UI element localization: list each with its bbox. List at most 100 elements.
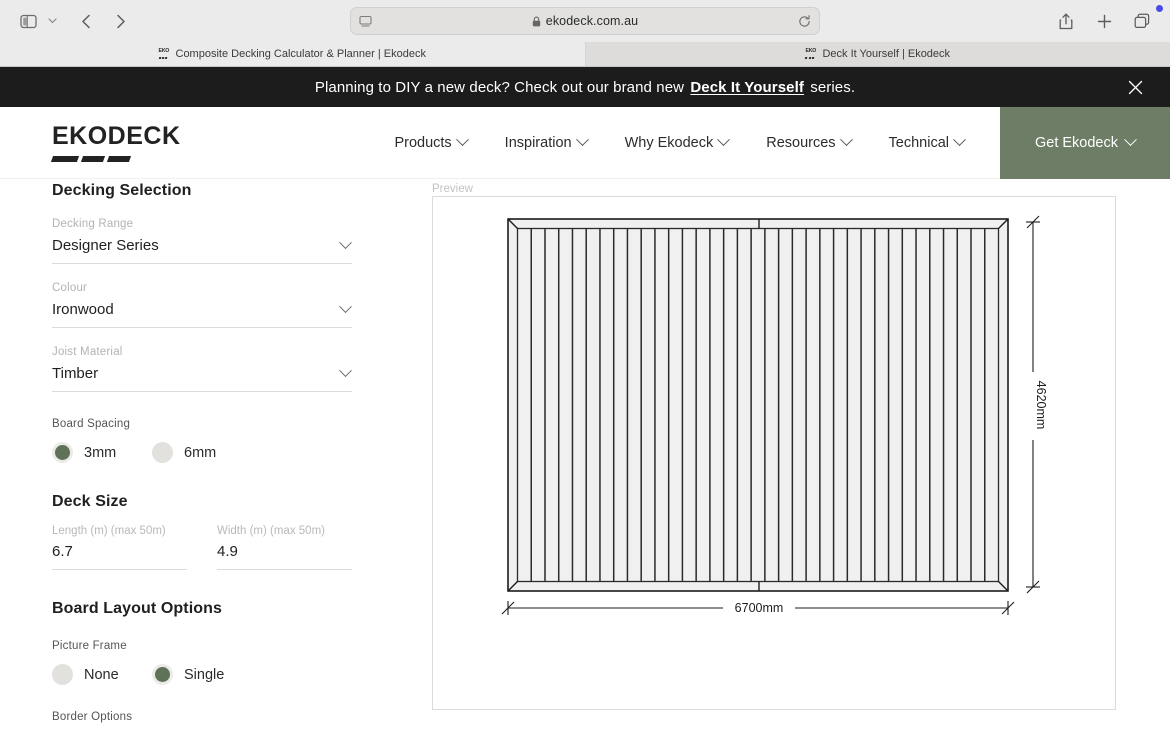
deck-length-label: Length (m) (max 50m) xyxy=(52,525,166,537)
main-navigation: Products Inspiration Why Ekodeck Resourc… xyxy=(394,133,1000,151)
address-bar-url-group: ekodeck.com.au xyxy=(351,14,819,28)
chevron-down-icon xyxy=(339,300,352,314)
decking-range-field: Decking Range Designer Series xyxy=(52,218,352,264)
nav-item-products-label: Products xyxy=(394,134,452,151)
reload-icon[interactable] xyxy=(798,14,811,28)
nav-item-why-ekodeck-label: Why Ekodeck xyxy=(624,134,714,151)
colour-select[interactable]: Ironwood xyxy=(52,297,352,328)
border-options-label: Border Options xyxy=(52,711,133,723)
colour-field: Colour Ironwood xyxy=(52,282,352,328)
picture-frame-option-none[interactable]: None xyxy=(52,664,152,685)
radio-unselected-icon xyxy=(152,442,173,463)
announcement-text-before: Planning to DIY a new deck? Check out ou… xyxy=(314,78,685,96)
joist-material-select[interactable]: Timber xyxy=(52,361,352,392)
sidebar-toggle-icon[interactable] xyxy=(14,8,42,34)
nav-item-resources-label: Resources xyxy=(766,134,836,151)
width-dimension: 6700mm xyxy=(501,601,1015,615)
nav-item-products[interactable]: Products xyxy=(394,133,469,151)
browser-tab-2-title: Deck It Yourself | Ekodeck xyxy=(822,48,951,60)
address-bar-container: ekodeck.com.au xyxy=(350,7,820,35)
radio-unselected-icon xyxy=(52,664,73,685)
site-header: EKODECK Products Inspiration Why Ekodeck… xyxy=(0,106,1170,179)
browser-toolbar: ekodeck.com.au xyxy=(0,0,1170,42)
nav-item-resources[interactable]: Resources xyxy=(766,133,853,151)
logo-bars-icon xyxy=(50,155,178,162)
board-spacing-group: Board Spacing 3mm 6mm xyxy=(52,418,352,463)
chevron-down-icon xyxy=(953,133,966,147)
joist-material-label: Joist Material xyxy=(52,346,123,358)
board-spacing-option-3mm[interactable]: 3mm xyxy=(52,442,152,463)
picture-frame-group: Picture Frame None Single xyxy=(52,640,352,685)
close-icon[interactable] xyxy=(1126,78,1144,96)
deck-length-input[interactable]: 6.7 xyxy=(52,540,187,570)
radio-selected-icon xyxy=(52,442,73,463)
border-options-group: Border Options None Single Double xyxy=(52,711,352,731)
plus-icon[interactable] xyxy=(1090,8,1118,34)
board-layout-group: Board Layout Options Picture Frame None … xyxy=(52,600,352,731)
joist-material-field: Joist Material Timber xyxy=(52,346,352,392)
browser-tab-1[interactable]: EKO Composite Decking Calculator & Plann… xyxy=(0,42,586,66)
decking-range-label: Decking Range xyxy=(52,218,134,230)
navigation-arrows xyxy=(72,8,134,34)
ekodeck-favicon: EKO xyxy=(158,48,170,59)
decking-range-select[interactable]: Designer Series xyxy=(52,233,352,264)
decking-range-value: Designer Series xyxy=(52,237,159,254)
notification-dot xyxy=(1156,5,1163,12)
deck-length-field: Length (m) (max 50m) 6.7 xyxy=(52,525,187,570)
deck-it-yourself-link[interactable]: Deck It Yourself xyxy=(690,79,804,96)
ekodeck-logo[interactable]: EKODECK xyxy=(50,123,180,162)
picture-frame-option-single[interactable]: Single xyxy=(152,664,224,685)
toolbar-left-controls xyxy=(14,8,134,34)
colour-label: Colour xyxy=(52,282,88,294)
picture-frame-label: Picture Frame xyxy=(52,640,127,652)
picture-frame-option-single-label: Single xyxy=(184,666,225,683)
back-arrow-icon[interactable] xyxy=(72,8,100,34)
radio-selected-icon xyxy=(152,664,173,685)
get-ekodeck-button[interactable]: Get Ekodeck xyxy=(1000,106,1170,179)
address-bar-text: ekodeck.com.au xyxy=(545,14,639,28)
preview-canvas: 6700mm 4620mm xyxy=(432,196,1116,710)
browser-tab-2[interactable]: EKO Deck It Yourself | Ekodeck xyxy=(585,42,1170,66)
deck-width-field: Width (m) (max 50m) 4.9 xyxy=(217,525,352,570)
config-panel: Decking Selection Decking Range Designer… xyxy=(0,179,404,731)
calculator-page: Decking Selection Decking Range Designer… xyxy=(0,179,1170,731)
preview-label: Preview xyxy=(432,183,473,195)
chevron-down-icon xyxy=(839,133,853,147)
picture-frame-radio-row: None Single xyxy=(52,664,352,685)
colour-value: Ironwood xyxy=(52,301,114,318)
share-icon[interactable] xyxy=(1052,8,1080,34)
get-ekodeck-label: Get Ekodeck xyxy=(1034,134,1118,151)
nav-item-why-ekodeck[interactable]: Why Ekodeck xyxy=(624,133,731,151)
tab-overview-icon[interactable] xyxy=(1128,8,1156,34)
nav-item-inspiration[interactable]: Inspiration xyxy=(505,133,589,151)
board-layout-heading: Board Layout Options xyxy=(52,600,222,617)
address-bar[interactable]: ekodeck.com.au xyxy=(350,7,820,35)
preview-panel: Preview 6700mm 4620mm xyxy=(404,179,1170,731)
chevron-down-icon xyxy=(575,133,589,147)
board-spacing-label: Board Spacing xyxy=(52,418,131,430)
chevron-down-icon xyxy=(717,133,731,147)
board-spacing-option-3mm-label: 3mm xyxy=(84,444,117,461)
toolbar-right-controls xyxy=(1052,8,1156,34)
picture-frame-option-none-label: None xyxy=(84,666,119,683)
nav-item-technical[interactable]: Technical xyxy=(888,133,966,151)
browser-chrome: ekodeck.com.au EKO Composite Decking Cal… xyxy=(0,0,1170,67)
deck-width-input[interactable]: 4.9 xyxy=(217,540,352,570)
chevron-down-icon xyxy=(339,364,352,378)
sidebar-chevron-down-icon[interactable] xyxy=(44,18,60,24)
deck-size-group: Deck Size Length (m) (max 50m) 6.7 Width… xyxy=(52,493,352,570)
chevron-down-icon xyxy=(339,236,352,250)
forward-arrow-icon[interactable] xyxy=(106,8,134,34)
nav-item-technical-label: Technical xyxy=(888,134,949,151)
announcement-message: Planning to DIY a new deck? Check out ou… xyxy=(315,79,855,96)
board-spacing-option-6mm[interactable]: 6mm xyxy=(152,442,216,463)
tab-strip: EKO Composite Decking Calculator & Plann… xyxy=(0,42,1170,66)
reader-view-icon[interactable] xyxy=(359,15,372,28)
joist-material-value: Timber xyxy=(52,365,99,382)
deck-size-inputs: Length (m) (max 50m) 6.7 Width (m) (max … xyxy=(52,525,352,570)
chevron-down-icon xyxy=(1124,133,1137,147)
deck-size-heading: Deck Size xyxy=(52,493,128,510)
height-dimension: 4620mm xyxy=(1026,215,1048,594)
announcement-text-after: series. xyxy=(810,78,856,96)
ekodeck-favicon: EKO xyxy=(805,48,816,59)
